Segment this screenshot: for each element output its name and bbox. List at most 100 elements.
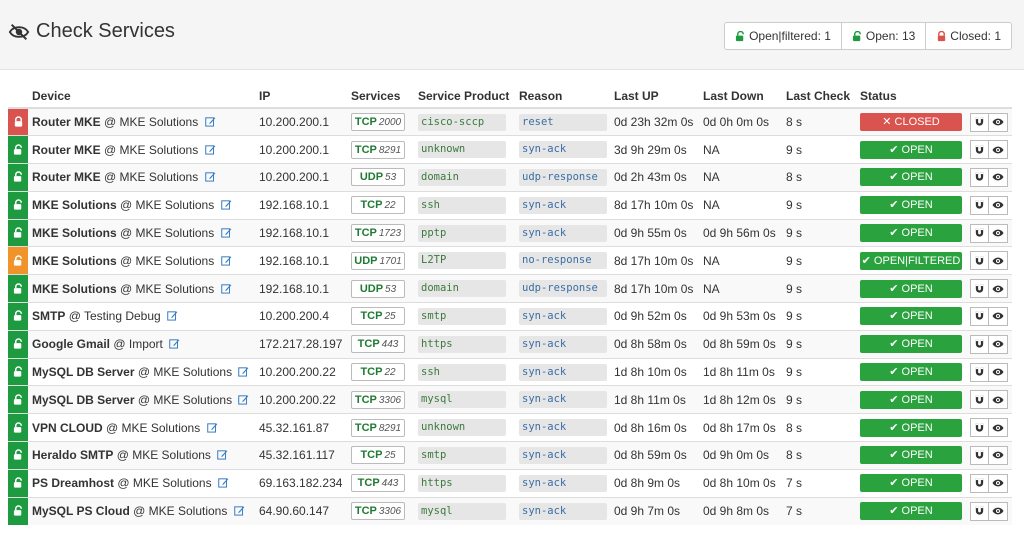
view-button[interactable]	[989, 112, 1008, 132]
col-ip[interactable]: IP	[255, 84, 347, 109]
last-check-cell: 9 s	[782, 329, 856, 359]
service-port-badge: UDP 53	[351, 279, 405, 298]
magnet-icon	[975, 506, 984, 515]
view-button[interactable]	[989, 418, 1008, 438]
device-name[interactable]: MySQL DB Server	[32, 393, 135, 407]
scan-button[interactable]	[970, 501, 990, 521]
device-cell: Router MKE @ MKE Solutions	[28, 107, 255, 136]
device-name[interactable]: PS Dreamhost	[32, 476, 114, 490]
scan-button[interactable]	[970, 473, 990, 493]
device-name[interactable]: MySQL DB Server	[32, 365, 135, 379]
last-up-cell: 8d 17h 10m 0s	[610, 190, 699, 220]
scan-button[interactable]	[970, 334, 990, 354]
col-last-check[interactable]: Last Check	[782, 84, 856, 109]
table-row: Router MKE @ MKE Solutions 10.200.200.1 …	[8, 107, 1012, 136]
service-port: 8291	[378, 422, 402, 434]
device-name[interactable]: MKE Solutions	[32, 254, 117, 268]
edit-icon[interactable]	[220, 199, 232, 210]
summary-open-filtered[interactable]: Open|filtered: 1	[725, 23, 841, 49]
edit-icon[interactable]	[220, 227, 232, 238]
view-button[interactable]	[989, 445, 1008, 465]
device-name[interactable]: Router MKE	[32, 170, 101, 184]
col-services[interactable]: Services	[347, 84, 414, 109]
col-last-down[interactable]: Last Down	[699, 84, 782, 109]
edit-icon[interactable]	[238, 366, 249, 377]
scan-button[interactable]	[970, 279, 990, 299]
view-button[interactable]	[989, 362, 1008, 382]
scan-button[interactable]	[970, 140, 990, 160]
device-group: @ Import	[113, 337, 163, 352]
service-port: 25	[384, 450, 396, 462]
scan-button[interactable]	[970, 223, 990, 243]
view-button[interactable]	[989, 334, 1008, 354]
device-name[interactable]: Router MKE	[32, 115, 101, 129]
edit-icon[interactable]	[206, 422, 218, 433]
scan-button[interactable]	[970, 306, 990, 326]
state-cell	[8, 163, 28, 192]
edit-icon[interactable]	[204, 144, 216, 155]
edit-icon[interactable]	[238, 394, 249, 405]
view-button[interactable]	[989, 195, 1008, 215]
scan-button[interactable]	[970, 167, 990, 187]
unlock-icon	[13, 421, 22, 433]
col-device[interactable]: Device	[28, 84, 255, 109]
device-group: @ MKE Solutions	[120, 198, 215, 213]
device-name[interactable]: SMTP	[32, 309, 65, 323]
device-name[interactable]: MKE Solutions	[32, 226, 117, 240]
view-button[interactable]	[989, 223, 1008, 243]
reason-cell: syn-ack	[515, 302, 610, 331]
ip-cell: 10.200.200.1	[255, 107, 347, 136]
table-row: MKE Solutions @ MKE Solutions 192.168.10…	[8, 246, 1012, 275]
view-button[interactable]	[989, 279, 1008, 299]
edit-icon[interactable]	[204, 116, 216, 127]
device-name[interactable]: Heraldo SMTP	[32, 448, 113, 462]
edit-icon[interactable]	[218, 477, 229, 488]
status-badge: ✔ OPEN	[860, 279, 962, 298]
service-product: L2TP	[418, 252, 506, 270]
device-name[interactable]: Google Gmail	[32, 337, 110, 351]
device-name[interactable]: MKE Solutions	[32, 282, 117, 296]
device-group: @ MKE Solutions	[120, 253, 215, 268]
scan-button[interactable]	[970, 251, 990, 271]
status-badge: ✔ OPEN	[860, 390, 962, 409]
device-name[interactable]: MKE Solutions	[32, 198, 117, 212]
device-name[interactable]: VPN CLOUD	[32, 421, 103, 435]
edit-icon[interactable]	[204, 171, 216, 183]
view-button[interactable]	[989, 251, 1008, 271]
col-status[interactable]: Status	[856, 84, 966, 109]
service-protocol: TCP	[354, 393, 377, 406]
edit-icon[interactable]	[169, 338, 180, 349]
scan-button[interactable]	[970, 112, 990, 132]
service-protocol: TCP	[360, 199, 383, 212]
edit-icon[interactable]	[217, 449, 228, 461]
services-cell: TCP 22	[347, 190, 414, 220]
scan-button[interactable]	[970, 362, 990, 382]
scan-button[interactable]	[970, 390, 990, 410]
edit-icon[interactable]	[220, 255, 232, 266]
table-row: Router MKE @ MKE Solutions 10.200.200.1 …	[8, 163, 1012, 192]
view-button[interactable]	[989, 167, 1008, 187]
col-reason[interactable]: Reason	[515, 84, 610, 109]
device-name[interactable]: MySQL PS Cloud	[32, 504, 130, 518]
scan-button[interactable]	[970, 195, 990, 215]
view-button[interactable]	[989, 140, 1008, 160]
edit-icon[interactable]	[233, 505, 245, 516]
col-service-product[interactable]: Service Product	[414, 84, 515, 109]
edit-icon[interactable]	[220, 283, 232, 294]
ip-cell: 64.90.60.147	[255, 496, 347, 525]
scan-button[interactable]	[970, 418, 990, 438]
summary-closed[interactable]: Closed: 1	[925, 23, 1011, 49]
col-last-up[interactable]: Last UP	[610, 84, 699, 109]
device-name[interactable]: Router MKE	[32, 143, 101, 157]
view-button[interactable]	[989, 306, 1008, 326]
status-summary: Open|filtered: 1 Open: 13 Closed: 1	[724, 22, 1012, 50]
summary-label: Closed: 1	[950, 29, 1001, 43]
scan-button[interactable]	[970, 445, 990, 465]
view-button[interactable]	[989, 473, 1008, 493]
summary-open[interactable]: Open: 13	[840, 23, 925, 49]
service-port: 25	[384, 311, 396, 323]
view-button[interactable]	[989, 390, 1008, 410]
edit-icon[interactable]	[167, 310, 178, 322]
eye-icon	[992, 479, 1004, 487]
view-button[interactable]	[989, 501, 1008, 521]
